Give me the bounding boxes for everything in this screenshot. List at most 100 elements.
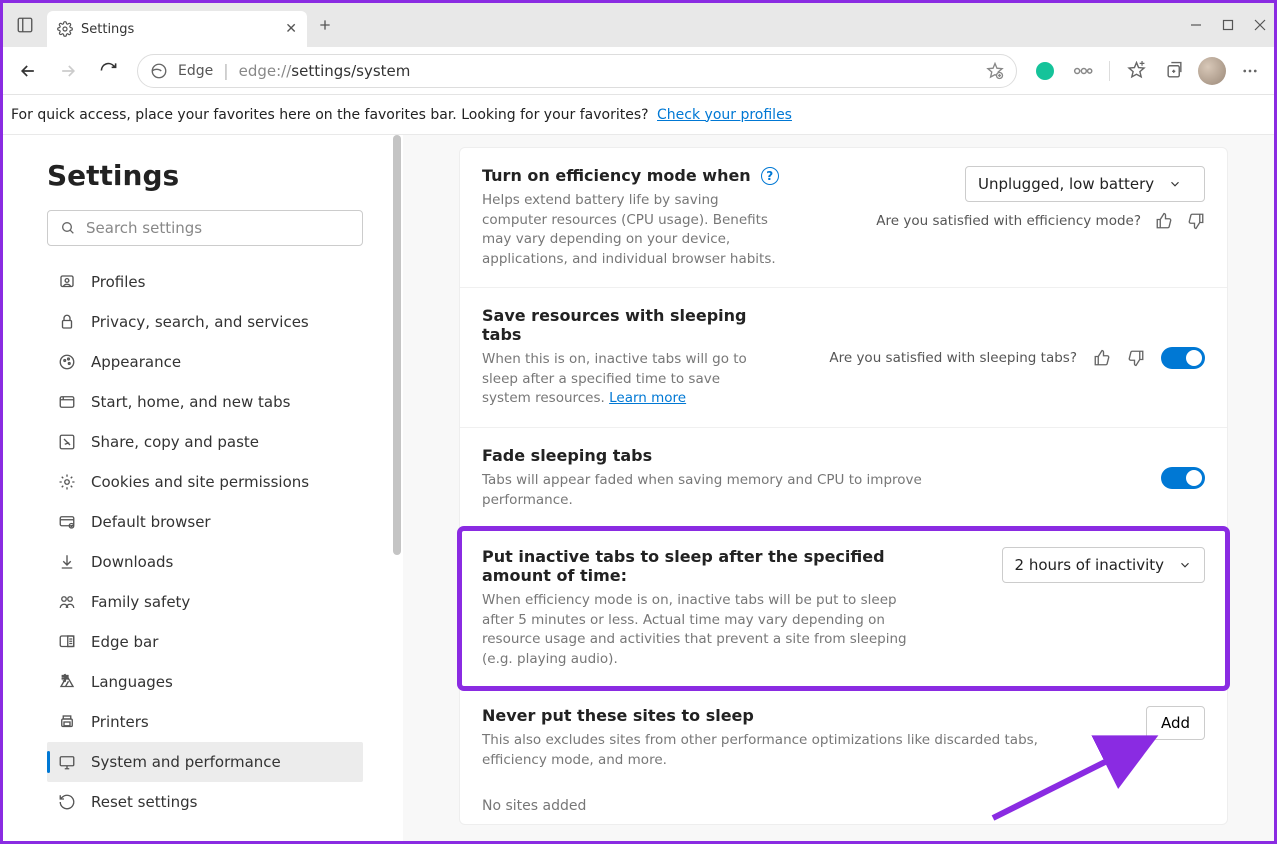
- sleep-timeout-select[interactable]: 2 hours of inactivity: [1002, 547, 1205, 583]
- efficiency-mode-row: Turn on efficiency mode when ? Helps ext…: [460, 148, 1227, 288]
- nav-label: Reset settings: [91, 793, 198, 811]
- fade-toggle[interactable]: [1161, 467, 1205, 489]
- help-icon[interactable]: ?: [761, 167, 779, 185]
- maximize-icon[interactable]: [1222, 19, 1234, 31]
- sidebar-item-system-and-performance[interactable]: System and performance: [47, 742, 363, 782]
- vertical-tabs-icon[interactable]: [3, 16, 47, 34]
- nav-icon: [57, 473, 77, 491]
- sleeping-title: Save resources with sleeping tabs: [482, 306, 765, 344]
- toolbar: Edge | edge://settings/system: [3, 47, 1274, 95]
- sidebar-item-appearance[interactable]: Appearance: [47, 342, 363, 382]
- thumbs-up-icon[interactable]: [1093, 349, 1111, 367]
- efficiency-mode-select[interactable]: Unplugged, low battery: [965, 166, 1205, 202]
- check-profiles-link[interactable]: Check your profiles: [657, 107, 792, 123]
- settings-nav-list: Profiles Privacy, search, and services App…: [47, 262, 363, 822]
- close-window-icon[interactable]: [1254, 19, 1266, 31]
- browser-tab[interactable]: Settings ✕: [47, 11, 307, 47]
- no-sites-text: No sites added: [460, 788, 1227, 824]
- nav-label: Edge bar: [91, 633, 158, 651]
- refresh-button[interactable]: [91, 54, 125, 88]
- nav-icon: [57, 633, 77, 651]
- sidebar-scrollbar[interactable]: [391, 135, 403, 841]
- sleep-timeout-desc: When efficiency mode is on, inactive tab…: [482, 591, 925, 669]
- search-settings-box[interactable]: [47, 210, 363, 246]
- thumbs-down-icon[interactable]: [1187, 212, 1205, 230]
- nav-icon: 字: [57, 673, 77, 691]
- nav-label: Start, home, and new tabs: [91, 393, 290, 411]
- search-settings-input[interactable]: [86, 219, 350, 237]
- back-button[interactable]: [11, 54, 45, 88]
- nav-label: System and performance: [91, 753, 281, 771]
- sleeping-desc: When this is on, inactive tabs will go t…: [482, 350, 765, 409]
- sidebar-item-family-safety[interactable]: Family safety: [47, 582, 363, 622]
- more-menu-icon[interactable]: [1234, 55, 1266, 87]
- nav-icon: [57, 513, 77, 531]
- sleeping-tabs-toggle[interactable]: [1161, 347, 1205, 369]
- nav-label: Languages: [91, 673, 173, 691]
- extension-icon[interactable]: [1067, 55, 1099, 87]
- new-tab-button[interactable]: [317, 17, 333, 33]
- nav-icon: [57, 273, 77, 291]
- nav-icon: [57, 353, 77, 371]
- thumbs-down-icon[interactable]: [1127, 349, 1145, 367]
- nav-icon: [57, 793, 77, 811]
- sidebar-item-privacy-search-and-services[interactable]: Privacy, search, and services: [47, 302, 363, 342]
- chevron-down-icon: [1178, 558, 1192, 572]
- efficiency-desc: Helps extend battery life by saving comp…: [482, 191, 782, 269]
- nav-icon: [57, 553, 77, 571]
- add-site-button[interactable]: Add: [1146, 706, 1205, 740]
- nav-icon: [57, 713, 77, 731]
- fade-sleeping-row: Fade sleeping tabs Tabs will appear fade…: [460, 428, 1227, 529]
- sidebar-item-cookies-and-site-permissions[interactable]: Cookies and site permissions: [47, 462, 363, 502]
- minimize-icon[interactable]: [1190, 19, 1202, 31]
- efficiency-title: Turn on efficiency mode when ?: [482, 166, 856, 185]
- sidebar-item-reset-settings[interactable]: Reset settings: [47, 782, 363, 822]
- forward-button[interactable]: [51, 54, 85, 88]
- sidebar-item-default-browser[interactable]: Default browser: [47, 502, 363, 542]
- efficiency-feedback-text: Are you satisfied with efficiency mode?: [876, 213, 1141, 229]
- fade-desc: Tabs will appear faded when saving memor…: [482, 471, 925, 510]
- fade-title: Fade sleeping tabs: [482, 446, 925, 465]
- sidebar-item-downloads[interactable]: Downloads: [47, 542, 363, 582]
- nav-label: Profiles: [91, 273, 145, 291]
- profile-avatar[interactable]: [1196, 55, 1228, 87]
- favorites-bar-hint: For quick access, place your favorites h…: [3, 95, 1274, 135]
- tab-title: Settings: [81, 22, 277, 37]
- thumbs-up-icon[interactable]: [1155, 212, 1173, 230]
- nav-label: Default browser: [91, 513, 211, 531]
- nav-label: Appearance: [91, 353, 181, 371]
- favorite-star-icon[interactable]: [986, 62, 1004, 80]
- never-sleep-title: Never put these sites to sleep: [482, 706, 1105, 725]
- sleeping-tabs-row: Save resources with sleeping tabs When t…: [460, 288, 1227, 428]
- address-bar[interactable]: Edge | edge://settings/system: [137, 54, 1017, 88]
- svg-text:字: 字: [62, 674, 69, 683]
- nav-label: Downloads: [91, 553, 173, 571]
- close-tab-icon[interactable]: ✕: [285, 21, 297, 37]
- edge-logo-icon: [150, 62, 168, 80]
- nav-label: Privacy, search, and services: [91, 313, 309, 331]
- sleeping-feedback-text: Are you satisfied with sleeping tabs?: [829, 350, 1077, 366]
- never-sleep-row: Never put these sites to sleep This also…: [460, 688, 1227, 788]
- favorites-icon[interactable]: [1120, 55, 1152, 87]
- nav-icon: [57, 393, 77, 411]
- search-icon: [60, 220, 76, 236]
- sidebar-item-profiles[interactable]: Profiles: [47, 262, 363, 302]
- collections-icon[interactable]: [1158, 55, 1190, 87]
- nav-label: Printers: [91, 713, 149, 731]
- sidebar-item-edge-bar[interactable]: Edge bar: [47, 622, 363, 662]
- learn-more-link[interactable]: Learn more: [609, 390, 686, 406]
- sidebar-item-start-home-and-new-tabs[interactable]: Start, home, and new tabs: [47, 382, 363, 422]
- sidebar-item-share-copy-and-paste[interactable]: Share, copy and paste: [47, 422, 363, 462]
- nav-label: Cookies and site permissions: [91, 473, 309, 491]
- chevron-down-icon: [1168, 177, 1182, 191]
- window-titlebar: Settings ✕: [3, 3, 1274, 47]
- grammarly-extension-icon[interactable]: [1029, 55, 1061, 87]
- sidebar-item-languages[interactable]: 字 Languages: [47, 662, 363, 702]
- sidebar-item-printers[interactable]: Printers: [47, 702, 363, 742]
- nav-icon: [57, 433, 77, 451]
- nav-icon: [57, 753, 77, 771]
- nav-label: Share, copy and paste: [91, 433, 259, 451]
- nav-icon: [57, 313, 77, 331]
- sleep-timeout-row: Put inactive tabs to sleep after the spe…: [460, 529, 1227, 688]
- settings-content: Turn on efficiency mode when ? Helps ext…: [403, 135, 1274, 841]
